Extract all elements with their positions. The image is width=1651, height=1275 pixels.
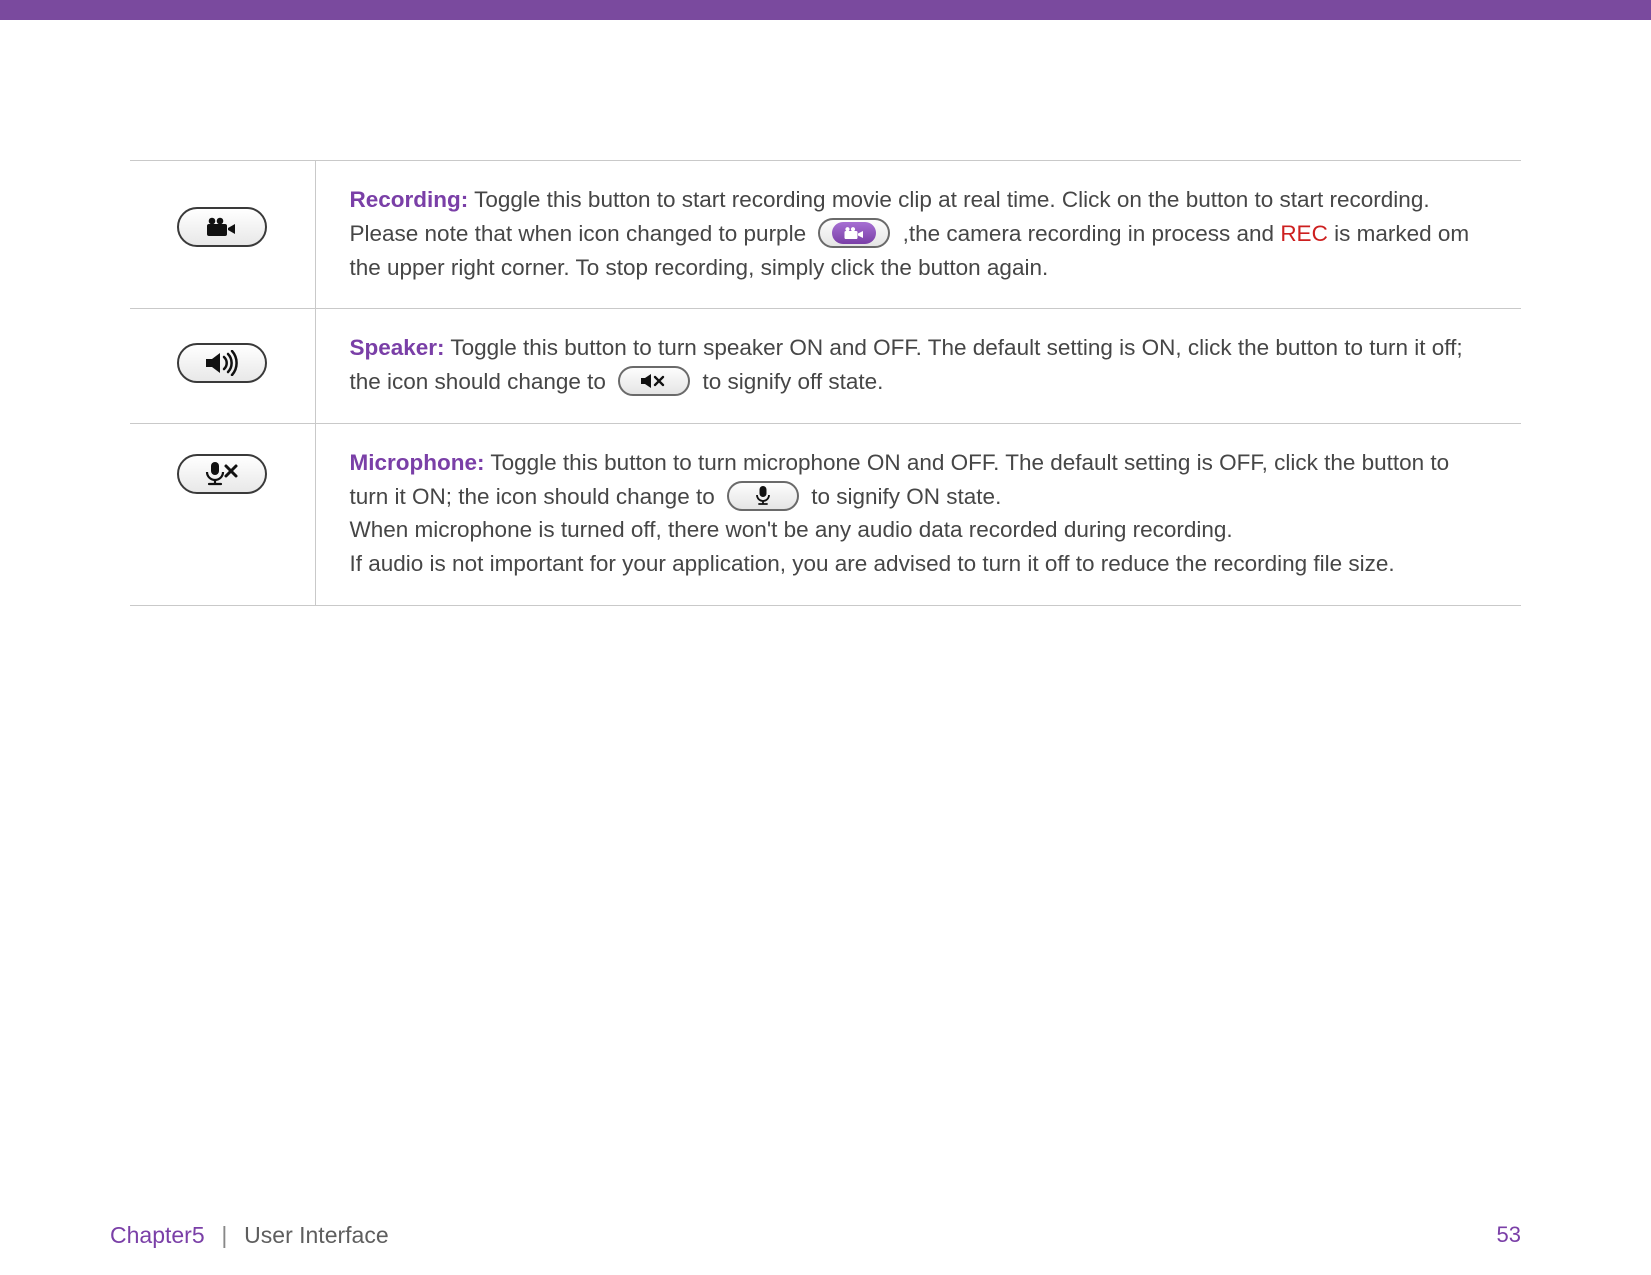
row-text: Toggle this button to turn speaker ON an… xyxy=(350,335,1463,394)
top-accent-bar xyxy=(0,0,1651,20)
table-row: Microphone: Toggle this button to turn m… xyxy=(130,423,1521,605)
speaker-on-button[interactable] xyxy=(177,343,267,383)
row-title: Microphone: xyxy=(350,450,485,475)
page-footer: Chapter5 | User Interface 53 xyxy=(0,1222,1651,1249)
row-text: When microphone is turned off, there won… xyxy=(350,517,1233,542)
description-cell: Microphone: Toggle this button to turn m… xyxy=(315,423,1521,605)
row-text: ,the camera recording in process and xyxy=(903,221,1281,246)
speaker-off-icon xyxy=(637,372,671,390)
description-cell: Recording: Toggle this button to start r… xyxy=(315,161,1521,309)
purple-chip xyxy=(832,222,876,244)
footer-separator: | xyxy=(215,1222,234,1248)
table-row: Recording: Toggle this button to start r… xyxy=(130,161,1521,309)
video-camera-button-purple xyxy=(818,218,890,248)
table-row: Speaker: Toggle this button to turn spea… xyxy=(130,309,1521,424)
footer-left: Chapter5 | User Interface xyxy=(110,1222,389,1249)
chapter-label: Chapter5 xyxy=(110,1222,205,1248)
microphone-off-button[interactable] xyxy=(177,454,267,494)
icon-cell xyxy=(130,161,315,309)
microphone-on-button xyxy=(727,481,799,511)
controls-table: Recording: Toggle this button to start r… xyxy=(130,160,1521,606)
video-camera-button[interactable] xyxy=(177,207,267,247)
description-cell: Speaker: Toggle this button to turn spea… xyxy=(315,309,1521,424)
rec-label: REC xyxy=(1280,221,1328,246)
speaker-on-icon xyxy=(202,350,242,376)
icon-cell xyxy=(130,309,315,424)
row-text: If audio is not important for your appli… xyxy=(350,551,1395,576)
page-number: 53 xyxy=(1497,1222,1521,1249)
page-content: Recording: Toggle this button to start r… xyxy=(0,20,1651,606)
microphone-on-icon xyxy=(754,485,772,507)
row-title: Speaker: xyxy=(350,335,445,360)
video-camera-icon xyxy=(842,226,866,240)
icon-cell xyxy=(130,423,315,605)
section-label: User Interface xyxy=(244,1222,388,1248)
row-title: Recording: xyxy=(350,187,469,212)
row-text: to signify off state. xyxy=(702,369,883,394)
speaker-off-button xyxy=(618,366,690,396)
microphone-off-icon xyxy=(201,460,243,488)
video-camera-icon xyxy=(204,216,240,238)
row-text: to signify ON state. xyxy=(811,484,1001,509)
